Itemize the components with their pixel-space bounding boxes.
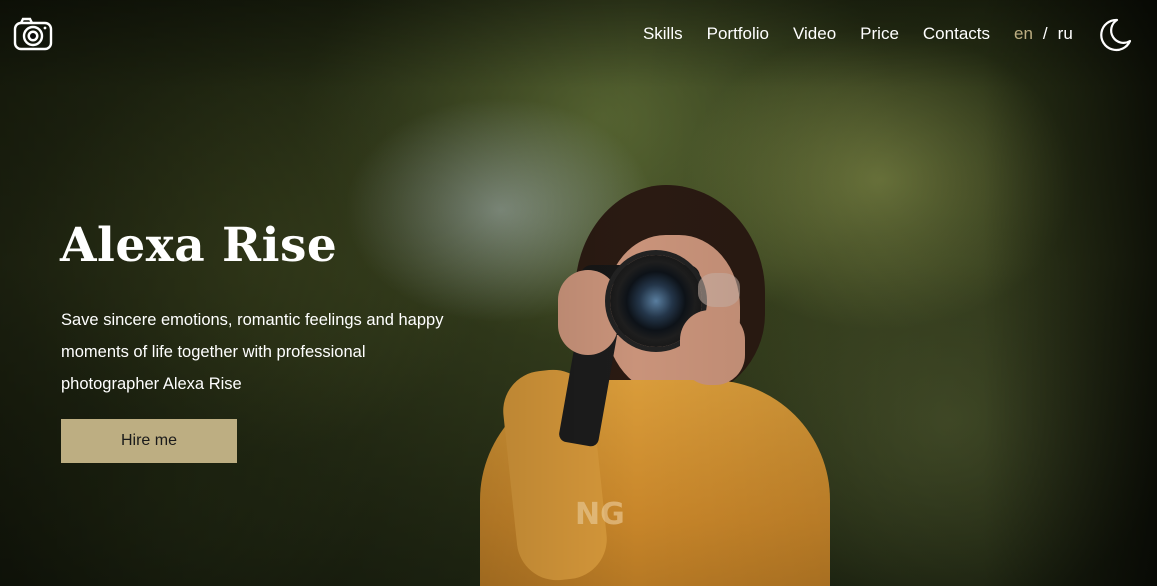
nav-link-price[interactable]: Price [860, 24, 899, 43]
photo-sunglasses [698, 273, 740, 307]
lang-en[interactable]: en [1014, 24, 1033, 44]
nav-item-video: Video [793, 24, 836, 44]
hero-subtitle: Save sincere emotions, romantic feelings… [61, 311, 444, 393]
photo-sweater-text: NG [575, 497, 625, 532]
nav-item-portfolio: Portfolio [707, 24, 769, 44]
lang-separator: / [1042, 24, 1048, 43]
photo-hand [680, 310, 745, 385]
hire-me-button[interactable]: Hire me [61, 419, 237, 463]
main-nav: Skills Portfolio Video Price Contacts [643, 24, 990, 44]
nav-link-video[interactable]: Video [793, 24, 836, 43]
nav-item-contacts: Contacts [923, 24, 990, 44]
hero-title: Alexa Rise [60, 218, 338, 273]
language-switcher: en / ru [1014, 24, 1073, 44]
nav-item-price: Price [860, 24, 899, 44]
nav-link-portfolio[interactable]: Portfolio [707, 24, 769, 43]
photographer-photo: NG [480, 185, 840, 586]
hero-section: NG Skills Portfolio Video Price Contacts… [0, 0, 1157, 586]
photo-hand [558, 270, 618, 355]
nav-link-contacts[interactable]: Contacts [923, 24, 990, 43]
nav-item-skills: Skills [643, 24, 683, 44]
camera-icon[interactable] [13, 17, 53, 51]
nav-link-skills[interactable]: Skills [643, 24, 683, 43]
moon-icon[interactable] [1097, 17, 1133, 53]
lang-ru[interactable]: ru [1058, 24, 1073, 44]
